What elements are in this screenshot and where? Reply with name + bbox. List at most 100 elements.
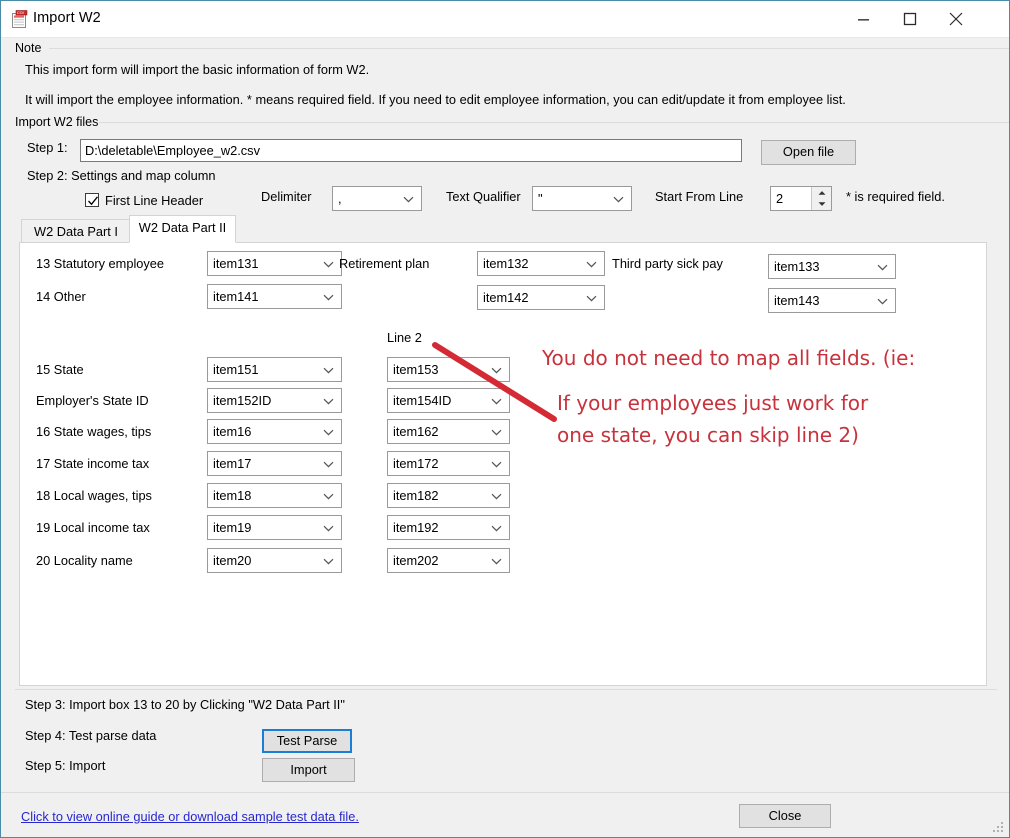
select-employers-state-id-line1[interactable]: item152ID: [207, 388, 342, 413]
chevron-down-icon: [323, 398, 334, 405]
first-line-header-checkbox[interactable]: [85, 193, 99, 207]
select-16-state-wages-line2[interactable]: item162: [387, 419, 510, 444]
chevron-down-icon: [877, 298, 888, 305]
field-label-20-locality-name: 20 Locality name: [36, 553, 133, 568]
note-group-label: Note: [13, 41, 45, 55]
step4-label: Step 4: Test parse data: [25, 728, 156, 743]
select-value: item153: [393, 362, 439, 377]
field-label-14-other: 14 Other: [36, 289, 86, 304]
tab-w2-data-part-i[interactable]: W2 Data Part I: [21, 219, 131, 242]
field-label-18-local-wages-tips: 18 Local wages, tips: [36, 488, 152, 503]
chevron-down-icon: [613, 196, 624, 203]
tab-w2-data-part-ii[interactable]: W2 Data Part II: [129, 215, 236, 243]
select-value: item142: [483, 290, 529, 305]
minimize-button[interactable]: [841, 1, 887, 36]
footer-divider: [15, 689, 997, 690]
import-button[interactable]: Import: [262, 758, 355, 782]
resize-grip-icon[interactable]: [992, 821, 1005, 834]
select-employers-state-id-line2[interactable]: item154ID: [387, 388, 510, 413]
field-label-15-state: 15 State: [36, 362, 84, 377]
select-value: item133: [774, 259, 820, 274]
select-value: item18: [213, 488, 251, 503]
stepper-buttons: [811, 187, 831, 210]
close-icon[interactable]: [933, 1, 979, 36]
select-20-locality-name-line1[interactable]: item20: [207, 548, 342, 573]
select-third-party-sick-pay[interactable]: item133: [768, 254, 896, 279]
note-line-2: It will import the employee information.…: [25, 92, 846, 107]
chevron-down-icon: [491, 525, 502, 532]
step1-label: Step 1:: [27, 140, 68, 155]
start-from-line-stepper[interactable]: 2: [770, 186, 832, 211]
maximize-button[interactable]: [887, 1, 933, 36]
select-value: item154ID: [393, 393, 451, 408]
annotation-line-1: You do not need to map all fields. (ie:: [542, 346, 915, 370]
line2-label: Line 2: [387, 330, 422, 345]
import-group-divider: [99, 122, 1009, 123]
chevron-down-icon: [586, 261, 597, 268]
import-w2-window: CSV Import W2 Note This import form will…: [0, 0, 1010, 838]
annotation-line-2: If your employees just work for: [557, 391, 868, 415]
tab-panel-w2-data-part-ii: 13 Statutory employee item131 Retirement…: [19, 242, 987, 686]
svg-text:CSV: CSV: [17, 11, 25, 15]
select-15-state-line2[interactable]: item153: [387, 357, 510, 382]
chevron-down-icon: [323, 261, 334, 268]
delimiter-label: Delimiter: [261, 189, 311, 204]
delimiter-value: ,: [338, 191, 342, 206]
stepper-down-icon[interactable]: [812, 199, 831, 211]
chevron-down-icon: [323, 294, 334, 301]
field-label-employers-state-id: Employer's State ID: [36, 393, 149, 408]
note-line-1: This import form will import the basic i…: [25, 62, 369, 77]
chevron-down-icon: [323, 493, 334, 500]
window-title: Import W2: [33, 10, 101, 26]
select-value: item152ID: [213, 393, 271, 408]
select-retirement-plan[interactable]: item132: [477, 251, 605, 276]
text-qualifier-value: ": [538, 191, 543, 206]
select-value: item131: [213, 256, 259, 271]
online-guide-link[interactable]: Click to view online guide or download s…: [21, 809, 359, 824]
select-18-local-wages-line1[interactable]: item18: [207, 483, 342, 508]
chevron-down-icon: [491, 367, 502, 374]
select-value: item202: [393, 553, 439, 568]
chevron-down-icon: [491, 493, 502, 500]
select-value: item151: [213, 362, 259, 377]
field-label-third-party-sick-pay: Third party sick pay: [612, 256, 723, 271]
select-14-other-col3[interactable]: item143: [768, 288, 896, 313]
chevron-down-icon: [586, 295, 597, 302]
select-19-local-income-tax-line2[interactable]: item192: [387, 515, 510, 540]
select-value: item17: [213, 456, 251, 471]
step2-label: Step 2: Settings and map column: [27, 168, 216, 183]
select-value: item182: [393, 488, 439, 503]
select-13-statutory-employee[interactable]: item131: [207, 251, 342, 276]
note-group-divider: [49, 48, 1009, 49]
select-14-other-col2[interactable]: item142: [477, 285, 605, 310]
field-label-17-state-income-tax: 17 State income tax: [36, 456, 149, 471]
delimiter-select[interactable]: ,: [332, 186, 422, 211]
file-path-input[interactable]: [80, 139, 742, 162]
chevron-down-icon: [323, 525, 334, 532]
select-17-state-income-tax-line2[interactable]: item172: [387, 451, 510, 476]
select-15-state-line1[interactable]: item151: [207, 357, 342, 382]
select-19-local-income-tax-line1[interactable]: item19: [207, 515, 342, 540]
chevron-down-icon: [323, 461, 334, 468]
close-button[interactable]: Close: [739, 804, 831, 828]
start-from-line-label: Start From Line: [655, 189, 743, 204]
select-18-local-wages-line2[interactable]: item182: [387, 483, 510, 508]
select-value: item192: [393, 520, 439, 535]
select-value: item172: [393, 456, 439, 471]
text-qualifier-select[interactable]: ": [532, 186, 632, 211]
chevron-down-icon: [323, 558, 334, 565]
test-parse-button[interactable]: Test Parse: [262, 729, 352, 753]
chevron-down-icon: [491, 461, 502, 468]
chevron-down-icon: [323, 367, 334, 374]
field-label-19-local-income-tax: 19 Local income tax: [36, 520, 150, 535]
select-17-state-income-tax-line1[interactable]: item17: [207, 451, 342, 476]
select-20-locality-name-line2[interactable]: item202: [387, 548, 510, 573]
required-field-note: * is required field.: [846, 189, 945, 204]
chevron-down-icon: [491, 558, 502, 565]
select-value: item132: [483, 256, 529, 271]
select-14-other[interactable]: item141: [207, 284, 342, 309]
first-line-header-label: First Line Header: [105, 193, 203, 208]
select-16-state-wages-line1[interactable]: item16: [207, 419, 342, 444]
stepper-up-icon[interactable]: [812, 187, 831, 199]
open-file-button[interactable]: Open file: [761, 140, 856, 165]
